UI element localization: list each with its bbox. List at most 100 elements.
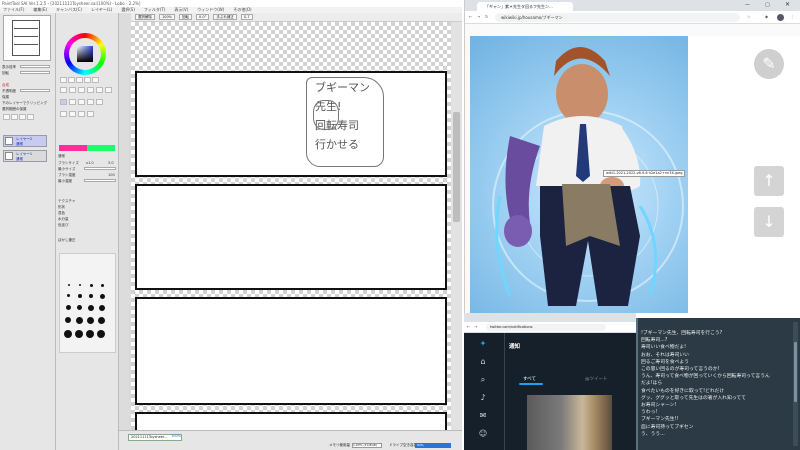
brush-size-mult: x1.0 (86, 161, 94, 165)
chat-line: うん、寿司って食べ物が回っていくから回転寿司って言うん (641, 374, 770, 380)
color-square[interactable] (77, 46, 93, 62)
eye-icon[interactable] (5, 152, 13, 160)
arrow-down-icon[interactable]: ↓ (754, 207, 784, 237)
tweet-image[interactable] (527, 395, 612, 450)
stabilizer-select[interactable]: S-7 (240, 14, 253, 20)
avatar[interactable] (777, 14, 784, 21)
color-mode-button[interactable] (76, 77, 83, 83)
memory-value: 1.03% (10.8GB) (352, 443, 382, 448)
panel-scrollbar[interactable] (119, 13, 131, 450)
min-density-slider[interactable] (84, 179, 116, 182)
copy-layer-button[interactable] (19, 114, 26, 120)
tab-all[interactable]: すべて (523, 376, 536, 382)
maximize-icon[interactable]: ▢ (765, 2, 770, 8)
min-size-slider[interactable] (84, 167, 116, 170)
comic-panel (135, 71, 447, 177)
foreground-color-swatch[interactable] (59, 145, 87, 151)
profile-icon[interactable]: ☺ (478, 429, 488, 439)
tab-strip: 「ギャン」紫＊先生タ回るフ先生ン... — ▢ ✕ (465, 0, 800, 11)
zoom-slider[interactable] (20, 65, 50, 68)
address-bar-row: ← → twitter.com/notifications (464, 322, 636, 333)
search-icon[interactable]: ⌕ (478, 375, 488, 385)
arrow-up-icon[interactable]: ↑ (754, 166, 784, 196)
color-wheel[interactable] (64, 33, 106, 75)
tab-mentions[interactable]: @ツイート (585, 376, 608, 382)
bucket-tool[interactable] (87, 111, 94, 117)
eraser-tool[interactable] (60, 111, 67, 117)
eye-icon[interactable] (5, 137, 13, 145)
zoom-select[interactable]: 100% (159, 14, 176, 20)
select-eraser-tool[interactable] (78, 111, 85, 117)
browser-window-twitter: ← → twitter.com/notifications ✦ ⌂ ⌕ ♪ ✉ … (464, 313, 636, 450)
lasso-tool[interactable] (69, 87, 76, 93)
scroll-thumb[interactable] (453, 112, 460, 222)
delete-layer-button[interactable] (27, 114, 34, 120)
move-tool[interactable] (87, 87, 94, 93)
twitter-logo-icon[interactable]: ✦ (478, 339, 488, 349)
select-pen-tool[interactable] (69, 111, 76, 117)
selection-protect-label[interactable]: 選択範囲の保護 (2, 107, 27, 112)
memory-label: メモリ使用量 (329, 443, 350, 447)
rotate-button[interactable]: 回転 (179, 14, 193, 20)
hand-tool[interactable] (105, 87, 112, 93)
url-field[interactable]: twitter.com/notifications (486, 324, 606, 331)
clip-checkbox-label[interactable]: 下のレイヤーでクリッピング (2, 101, 47, 106)
browser-tab[interactable]: 「ギャン」紫＊先生タ回るフ先生ン... (477, 2, 573, 11)
drawing-canvas[interactable]: ブギーマン 先生! 回転寿司 行かせる (131, 22, 451, 430)
chat-line: !ブギーマン先生、回転寿司を行こう? (641, 331, 723, 336)
url-field[interactable]: wikiwiki.jp/housamo/ブギーマン (495, 13, 740, 22)
back-icon[interactable]: ← (467, 324, 470, 329)
brush-size-value: 3.0 (108, 161, 114, 165)
color-mode-button[interactable] (84, 77, 91, 83)
background-color-swatch[interactable] (87, 145, 115, 151)
scroll-thumb[interactable] (794, 342, 797, 402)
pen-tool[interactable] (60, 99, 67, 105)
blend-label: 混色 (58, 211, 65, 215)
deselect-button[interactable]: 選択解除 (135, 14, 155, 20)
color-mode-button[interactable] (92, 77, 99, 83)
airbrush-tool[interactable] (69, 99, 76, 105)
new-layer-button[interactable] (3, 114, 10, 120)
magic-wand-tool[interactable] (78, 87, 85, 93)
marker-tool[interactable] (96, 99, 103, 105)
opacity-slider[interactable] (20, 89, 50, 92)
comic-panel (135, 297, 447, 405)
chat-line: おお、それは寿司いい (641, 352, 689, 358)
sketch-face (313, 100, 339, 130)
canvas-scrollbar[interactable] (451, 22, 462, 430)
pencil-icon[interactable]: ✎ (754, 49, 784, 79)
select-tool[interactable] (60, 87, 67, 93)
watercolor-tool[interactable] (87, 99, 94, 105)
rotate-value[interactable]: 0.0° (196, 14, 210, 20)
brush-density-label: ブラシ濃度 (58, 173, 76, 177)
home-icon[interactable]: ⌂ (478, 357, 488, 367)
layer-mode: 通常 (16, 142, 23, 146)
layer-item[interactable]: レイヤー2 通常 (3, 135, 47, 147)
chat-line: 寿司いい食べ物だよ! (641, 345, 687, 351)
mail-icon[interactable]: ✉ (478, 411, 488, 421)
back-icon[interactable]: ← (469, 14, 472, 19)
brush-tool[interactable] (78, 99, 85, 105)
shape-label: 形状 (58, 205, 65, 209)
chat-line: う、うう... (641, 431, 665, 437)
color-mode-button[interactable] (60, 77, 67, 83)
new-folder-button[interactable] (11, 114, 18, 120)
navigator-preview[interactable] (3, 15, 51, 61)
extension-icon[interactable]: ◆ (765, 14, 768, 19)
zoom-tool[interactable] (96, 87, 103, 93)
layer-item[interactable]: レイヤー1 通常 (3, 150, 47, 162)
star-icon[interactable]: ☆ (747, 14, 751, 19)
rotate-slider[interactable] (20, 71, 50, 74)
canvas-toolbar: 選択解除 100% 回転 0.0° 手ぶれ補正 S-7 (131, 13, 462, 22)
close-icon[interactable]: ✕ (785, 1, 790, 8)
forward-icon[interactable]: → (474, 324, 477, 329)
water-label: 水分量 (58, 217, 69, 221)
bell-icon[interactable]: ♪ (478, 393, 488, 403)
menu-icon[interactable]: ⋮ (790, 14, 794, 19)
reload-icon[interactable]: ↻ (485, 14, 488, 19)
forward-icon[interactable]: → (477, 14, 480, 19)
color-mode-button[interactable] (68, 77, 75, 83)
blur-pressure-label: ぼかし筆圧 (58, 238, 76, 242)
chat-scrollbar[interactable] (793, 322, 798, 446)
minimize-icon[interactable]: — (745, 2, 750, 8)
